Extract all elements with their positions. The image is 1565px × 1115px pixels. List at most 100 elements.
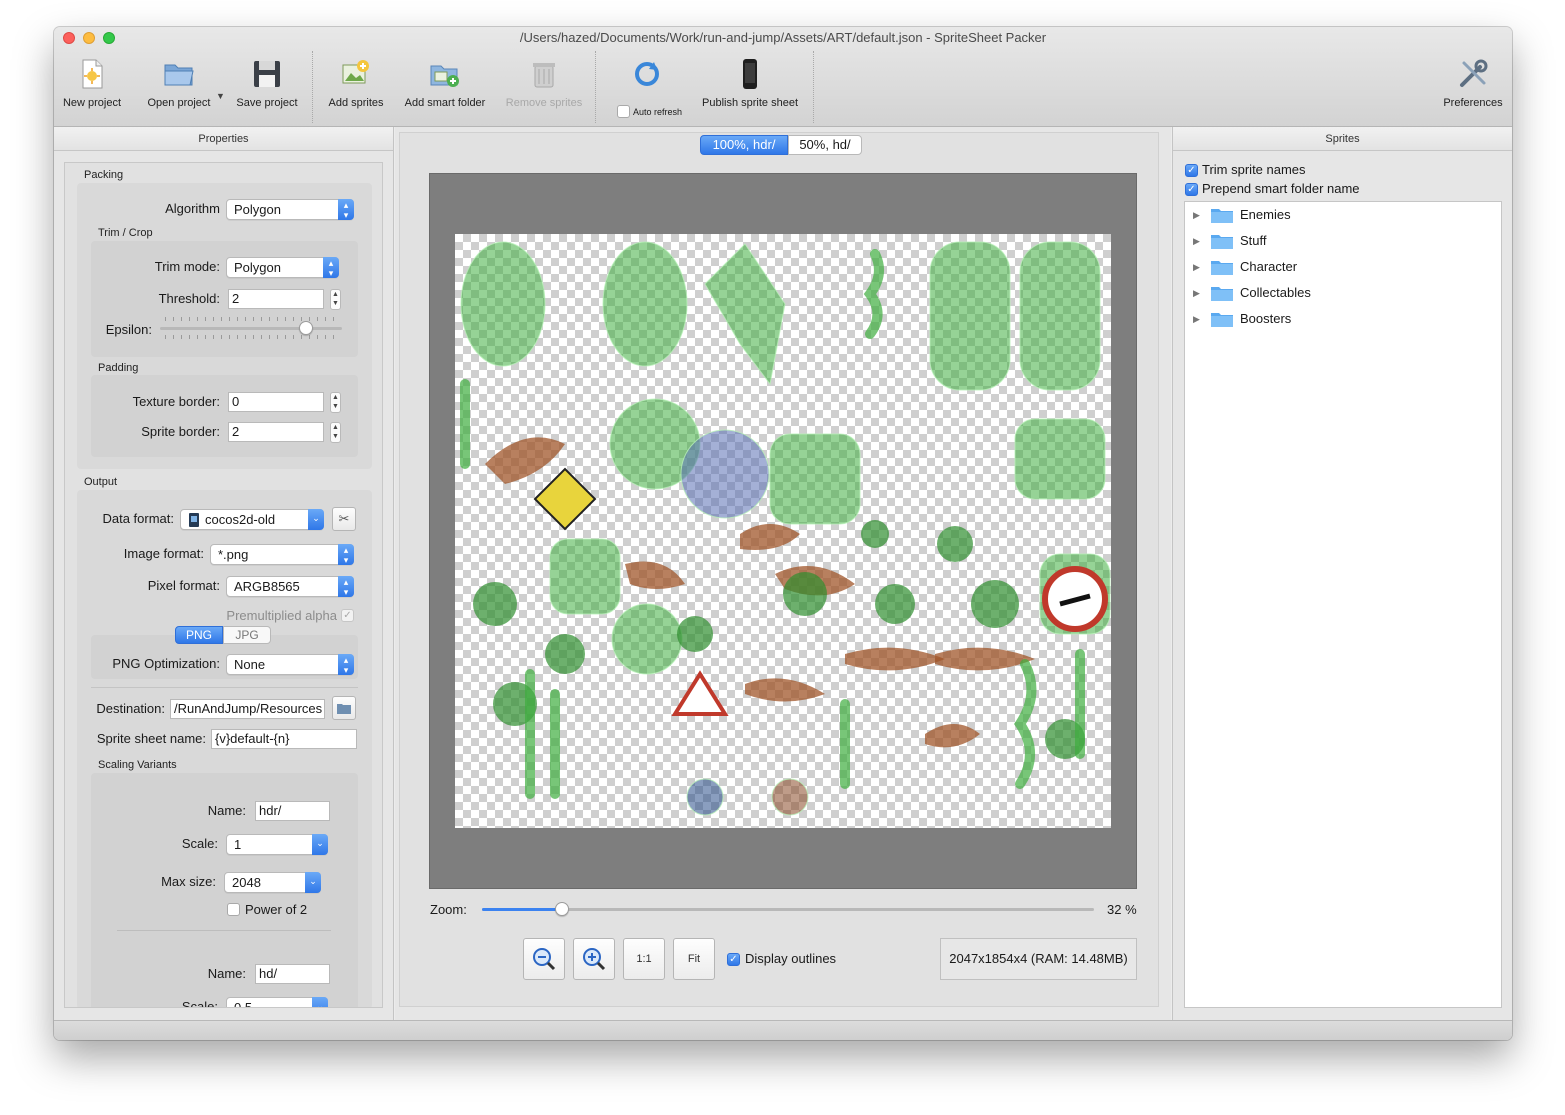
browse-destination-button[interactable] [332,696,356,720]
save-project-label: Save project [236,97,298,109]
add-sprites-label: Add sprites [328,97,384,109]
sprite-sheet-name-input[interactable]: {v}default-{n} [211,729,357,749]
phone-icon [743,59,757,89]
tab-hdr[interactable]: 100%, hdr/ [700,135,788,155]
zoom-fit-button[interactable]: Fit [673,938,715,980]
variant-scale-label: Scale: [181,999,218,1008]
trim-mode-label: Trim mode: [154,259,220,274]
data-format-settings-button[interactable]: ✂ [332,507,356,531]
variant-scale-combo[interactable]: 1 ⌄ [226,834,328,855]
folder-icon [1211,313,1233,327]
png-optimization-select[interactable]: None ▴ ▾ [226,654,354,675]
zoom-slider-thumb[interactable] [554,902,569,916]
variant-scale-combo[interactable]: 0.5 ⌄ [226,997,328,1007]
sprite-border-stepper[interactable]: ▲ ▼ [330,422,341,443]
texture-border-input[interactable]: 0 [228,392,324,412]
scaling-variants-title: Scaling Variants [98,759,177,771]
chevron-down-icon: ⌄ [308,509,324,530]
add-folder-icon [430,65,459,87]
properties-scroll-area[interactable]: Packing Algorithm Polygon ▴ ▾ Trim / Crop… [64,162,383,1008]
tree-folder-item[interactable]: ▶ Collectables [1185,281,1501,305]
disclosure-triangle-icon[interactable]: ▶ [1193,203,1200,227]
output-title: Output [84,476,118,488]
app-window: /Users/hazed/Documents/Work/run-and-jump… [54,27,1512,1040]
variant-name-input[interactable]: hd/ [255,964,330,984]
tree-folder-item[interactable]: ▶ Stuff [1185,229,1501,253]
trim-sprite-names-label: Trim sprite names [1202,162,1306,177]
png-optimization-label: PNG Optimization: [112,656,220,671]
preferences-button[interactable]: Preferences [1438,57,1508,117]
pixel-format-value: ARGB8565 [234,579,300,594]
zoom-out-button[interactable] [523,938,565,980]
sprite-sheet-preview[interactable] [429,173,1137,889]
tools-icon [1460,59,1488,87]
zoom-out-icon [533,948,556,971]
variant-max-size-combo[interactable]: 2048 ⌄ [224,872,321,893]
tab-hd[interactable]: 50%, hd/ [788,135,862,155]
display-outlines-checkbox[interactable]: ✓ [727,953,740,966]
disclosure-triangle-icon[interactable]: ▶ [1193,281,1200,305]
disclosure-triangle-icon[interactable]: ▶ [1193,255,1200,279]
remove-sprites-button[interactable]: Remove sprites [502,57,586,117]
sprites-panel: Sprites ✓ Trim sprite names ✓ Prepend sm… [1172,127,1512,1020]
disclosure-triangle-icon[interactable]: ▶ [1193,307,1200,331]
folder-icon [1211,235,1233,249]
zoom-slider-track[interactable] [482,908,1094,911]
threshold-stepper[interactable]: ▲ ▼ [330,289,341,310]
texture-border-stepper[interactable]: ▲ ▼ [330,392,341,413]
variant-name-input[interactable]: hdr/ [255,801,330,821]
tree-folder-item[interactable]: ▶ Boosters [1185,307,1501,331]
disclosure-triangle-icon[interactable]: ▶ [1193,229,1200,253]
open-recent-arrow-icon[interactable]: ▼ [216,91,225,101]
destination-input[interactable]: /RunAndJump/Resources [170,699,325,719]
trim-sprite-names-checkbox[interactable]: ✓ [1185,164,1198,177]
display-outlines-label: Display outlines [745,951,837,966]
updown-arrows-icon: ▴ ▾ [338,199,354,220]
algorithm-select[interactable]: Polygon ▴ ▾ [226,199,354,220]
epsilon-slider-ticks-bottom [165,335,341,339]
png-optimization-value: None [234,657,266,672]
new-project-button[interactable]: New project [60,57,124,117]
data-format-select[interactable]: cocos2d-old ⌄ [180,509,324,530]
open-project-button[interactable]: Open project [144,57,214,117]
zoom-actual-size-button[interactable]: 1:1 [623,938,665,980]
updown-arrows-icon: ▴ ▾ [338,654,354,675]
power-of-2-label: Power of 2 [245,902,308,917]
tree-folder-item[interactable]: ▶ Character [1185,255,1501,279]
preferences-label: Preferences [1443,97,1503,109]
image-format-select[interactable]: *.png ▴ ▾ [210,544,354,565]
trim-mode-select[interactable]: Polygon ▴ ▾ [226,257,339,278]
sprites-tree[interactable]: ▶ Enemies ▶ Stuff ▶ Character ▶ Collectables ▶ Bo… [1184,201,1502,1008]
toolbar-separator [595,51,596,123]
trim-crop-title: Trim / Crop [98,227,153,239]
add-smart-folder-button[interactable]: Add smart folder [400,57,490,117]
chevron-down-icon: ⌄ [305,872,321,893]
trim-mode-value: Polygon [234,260,281,275]
prepend-folder-name-checkbox[interactable]: ✓ [1185,183,1198,196]
add-smart-folder-label: Add smart folder [404,97,486,109]
epsilon-slider-thumb[interactable] [298,321,313,335]
jpg-segment[interactable]: JPG [223,626,271,644]
variant-name-label: Name: [207,803,246,818]
pixel-format-select[interactable]: ARGB8565 ▴ ▾ [226,576,354,597]
tree-folder-item[interactable]: ▶ Enemies [1185,203,1501,227]
epsilon-slider-track[interactable] [160,327,342,330]
zoom-label: Zoom: [430,902,467,917]
png-segment[interactable]: PNG [175,626,223,644]
publish-sprite-sheet-button[interactable]: Publish sprite sheet [697,57,803,117]
power-of-2-checkbox[interactable] [227,903,240,916]
padding-group [91,375,358,457]
destination-label: Destination: [96,701,165,716]
save-project-button[interactable]: Save project [234,57,300,117]
auto-refresh-checkbox[interactable] [617,105,630,118]
tools-icon: ✂ [338,511,350,526]
new-project-label: New project [62,97,122,109]
image-format-value: *.png [218,547,249,562]
add-sprites-button[interactable]: Add sprites [324,57,388,117]
zoom-in-button[interactable] [573,938,615,980]
threshold-input[interactable]: 2 [228,289,324,309]
sprite-sheet-canvas[interactable] [455,234,1111,828]
divider [91,687,358,688]
sprite-border-input[interactable]: 2 [228,422,324,442]
premultiplied-alpha-checkbox[interactable]: ✓ [341,609,354,622]
